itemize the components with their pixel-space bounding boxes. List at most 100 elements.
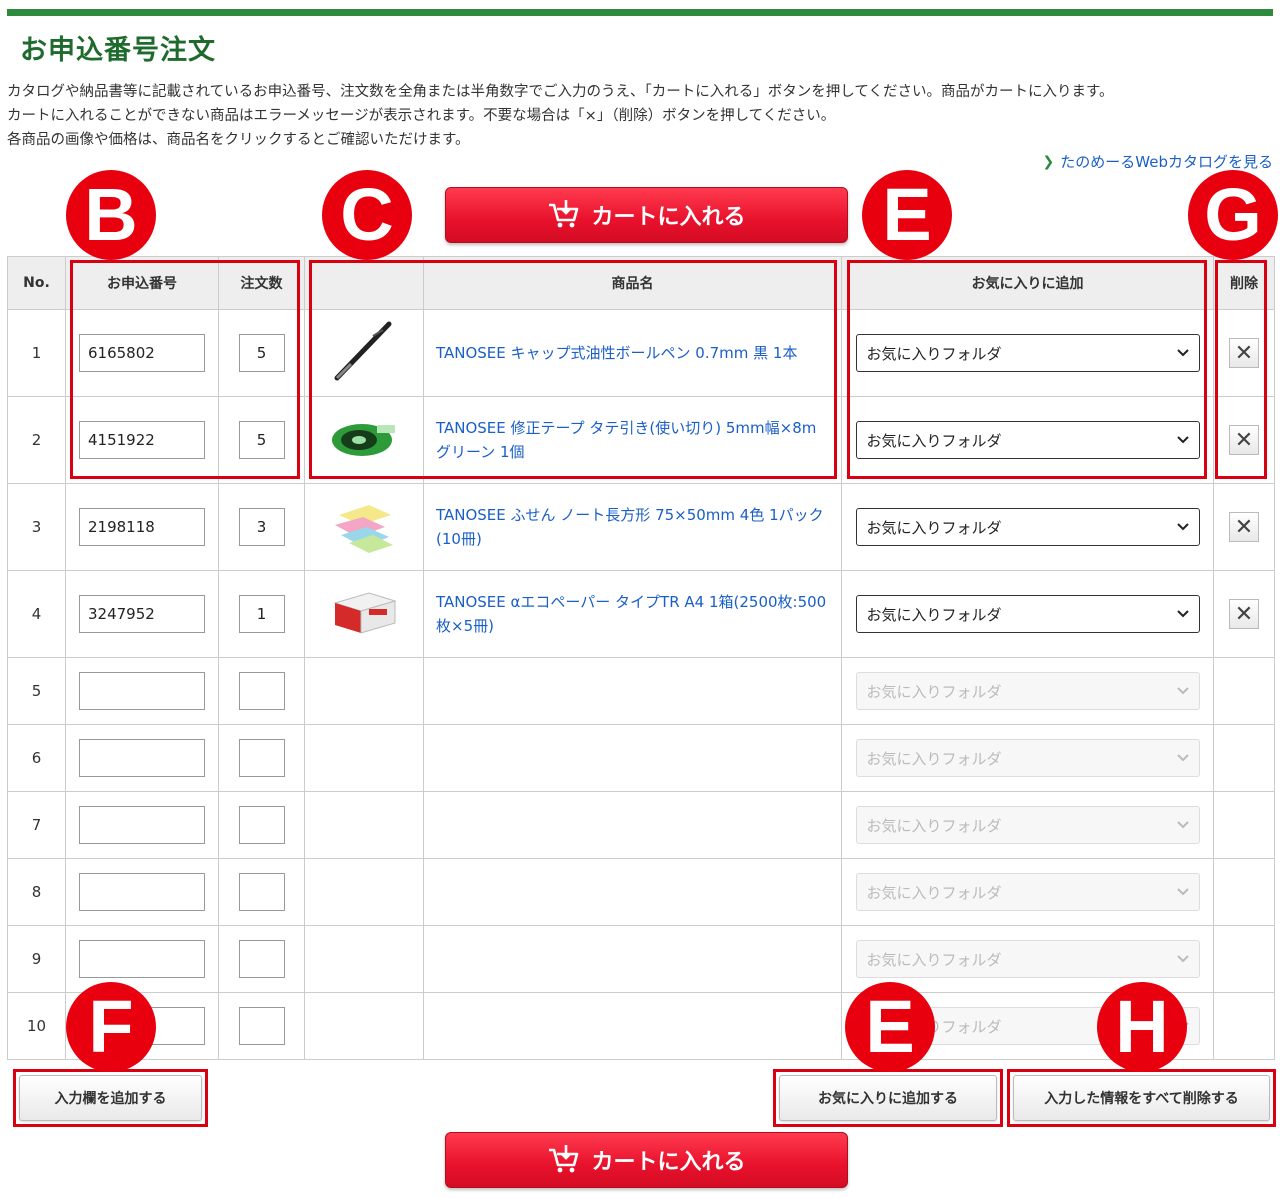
product-image-cell bbox=[304, 925, 424, 993]
quantity-input[interactable] bbox=[238, 334, 285, 372]
favorite-cell: お気に入りフォルダ bbox=[841, 483, 1214, 571]
quantity-input[interactable] bbox=[238, 508, 285, 546]
quantity-input[interactable] bbox=[238, 739, 285, 777]
favorite-folder-value: お気に入りフォルダ bbox=[866, 344, 1002, 363]
favorite-folder-select: お気に入りフォルダ bbox=[855, 672, 1200, 710]
product-name-cell bbox=[423, 925, 842, 993]
product-image[interactable] bbox=[329, 505, 399, 559]
product-name-link[interactable]: TANOSEE αエコペーパー タイプTR A4 1箱(2500枚:500枚×5… bbox=[436, 593, 826, 635]
product-name-cell bbox=[423, 657, 842, 725]
favorite-cell: お気に入りフォルダ bbox=[841, 309, 1214, 397]
order-code-input[interactable] bbox=[79, 508, 205, 546]
table-row: 3 TANOSEE ふせん ノート長方形 75×50mm 4色 1パック(10冊)… bbox=[7, 483, 1275, 571]
table-row: 6 お気に入りフォルダ bbox=[7, 724, 1275, 792]
row-number: 3 bbox=[7, 483, 66, 571]
product-image-cell bbox=[304, 657, 424, 725]
favorite-folder-select: お気に入りフォルダ bbox=[855, 940, 1200, 978]
add-favorite-button[interactable]: お気に入りに追加する bbox=[779, 1075, 997, 1121]
delete-cell bbox=[1213, 724, 1275, 792]
row-number: 10 bbox=[7, 992, 66, 1060]
order-code-input[interactable] bbox=[79, 334, 205, 372]
add-to-cart-button-bottom[interactable]: カートに入れる bbox=[445, 1132, 848, 1188]
quantity-input[interactable] bbox=[238, 1007, 285, 1045]
quantity-input[interactable] bbox=[238, 672, 285, 710]
qty-cell bbox=[218, 396, 305, 484]
delete-cell bbox=[1213, 858, 1275, 926]
product-name-link[interactable]: TANOSEE ふせん ノート長方形 75×50mm 4色 1パック(10冊) bbox=[436, 506, 824, 548]
quantity-input[interactable] bbox=[238, 873, 285, 911]
delete-row-button[interactable]: ✕ bbox=[1229, 512, 1259, 542]
add-to-cart-label: カートに入れる bbox=[591, 205, 746, 230]
favorite-cell: お気に入りフォルダ bbox=[841, 570, 1214, 658]
delete-cell bbox=[1213, 925, 1275, 993]
product-image[interactable] bbox=[329, 592, 399, 641]
col-header-no: No. bbox=[7, 256, 66, 310]
row-number: 2 bbox=[7, 396, 66, 484]
catalog-link[interactable]: ❯ たのめーるWebカタログを見る bbox=[1043, 151, 1273, 172]
product-image[interactable] bbox=[329, 321, 399, 390]
product-name-link[interactable]: TANOSEE キャップ式油性ボールペン 0.7mm 黒 1本 bbox=[436, 344, 797, 362]
order-code-input[interactable] bbox=[79, 940, 205, 978]
add-to-cart-button-top[interactable]: カートに入れる bbox=[445, 187, 848, 243]
order-code-input[interactable] bbox=[79, 672, 205, 710]
add-rows-button[interactable]: 入力欄を追加する bbox=[19, 1075, 202, 1121]
product-name-cell bbox=[423, 992, 842, 1060]
quantity-input[interactable] bbox=[238, 806, 285, 844]
delete-row-button[interactable]: ✕ bbox=[1229, 425, 1259, 455]
order-code-input[interactable] bbox=[79, 873, 205, 911]
qty-cell bbox=[218, 483, 305, 571]
quantity-input[interactable] bbox=[238, 421, 285, 459]
favorite-folder-value: お気に入りフォルダ bbox=[866, 883, 1002, 902]
code-cell bbox=[65, 724, 219, 792]
favorite-folder-select[interactable]: お気に入りフォルダ bbox=[855, 421, 1200, 459]
order-code-input[interactable] bbox=[79, 739, 205, 777]
product-name-cell bbox=[423, 791, 842, 859]
quantity-input[interactable] bbox=[238, 595, 285, 633]
chevron-down-icon bbox=[1176, 520, 1189, 534]
row-number: 5 bbox=[7, 657, 66, 725]
badge-e-bottom: E bbox=[845, 982, 935, 1072]
favorite-folder-value: お気に入りフォルダ bbox=[866, 816, 1002, 835]
chevron-down-icon bbox=[1176, 684, 1189, 698]
chevron-down-icon bbox=[1176, 433, 1189, 447]
delete-row-button[interactable]: ✕ bbox=[1229, 599, 1259, 629]
code-cell bbox=[65, 396, 219, 484]
favorite-cell: お気に入りフォルダ bbox=[841, 858, 1214, 926]
page-title: お申込番号注文 bbox=[20, 35, 216, 66]
header-bar bbox=[7, 9, 1273, 16]
product-image[interactable] bbox=[329, 424, 399, 467]
table-row: 1 TANOSEE キャップ式油性ボールペン 0.7mm 黒 1本 お気に入りフォル… bbox=[7, 309, 1275, 397]
code-cell bbox=[65, 570, 219, 658]
table-row: 8 お気に入りフォルダ bbox=[7, 858, 1275, 926]
product-name-link[interactable]: TANOSEE 修正テープ タテ引き(使い切り) 5mm幅×8m グリーン 1個 bbox=[436, 419, 816, 461]
order-code-input[interactable] bbox=[79, 806, 205, 844]
order-code-input[interactable] bbox=[79, 421, 205, 459]
favorite-folder-select[interactable]: お気に入りフォルダ bbox=[855, 595, 1200, 633]
add-to-cart-label: カートに入れる bbox=[591, 1150, 746, 1175]
code-cell bbox=[65, 925, 219, 993]
chevron-down-icon bbox=[1176, 607, 1189, 621]
row-number: 4 bbox=[7, 570, 66, 658]
table-row: 10お気に入りフォルダ bbox=[7, 992, 1275, 1060]
product-image-cell bbox=[304, 570, 424, 658]
order-code-input[interactable] bbox=[79, 595, 205, 633]
qty-cell bbox=[218, 657, 305, 725]
favorite-cell: お気に入りフォルダ bbox=[841, 791, 1214, 859]
chevron-right-icon: ❯ bbox=[1042, 153, 1055, 170]
product-image-cell bbox=[304, 992, 424, 1060]
favorite-cell: お気に入りフォルダ bbox=[841, 724, 1214, 792]
delete-row-button[interactable]: ✕ bbox=[1229, 338, 1259, 368]
description-line-3: 各商品の画像や価格は、商品名をクリックするとご確認いただけます。 bbox=[7, 132, 470, 148]
clear-all-button[interactable]: 入力した情報をすべて削除する bbox=[1013, 1075, 1270, 1121]
quantity-input[interactable] bbox=[238, 940, 285, 978]
favorite-folder-select[interactable]: お気に入りフォルダ bbox=[855, 508, 1200, 546]
close-icon: ✕ bbox=[1234, 340, 1254, 366]
favorite-folder-select[interactable]: お気に入りフォルダ bbox=[855, 334, 1200, 372]
favorite-folder-select: お気に入りフォルダ bbox=[855, 806, 1200, 844]
col-header-favorite: お気に入りに追加 bbox=[841, 256, 1214, 310]
row-number: 6 bbox=[7, 724, 66, 792]
qty-cell bbox=[218, 925, 305, 993]
col-header-name: 商品名 bbox=[423, 256, 842, 310]
favorite-folder-select: お気に入りフォルダ bbox=[855, 873, 1200, 911]
favorite-cell: お気に入りフォルダ bbox=[841, 396, 1214, 484]
